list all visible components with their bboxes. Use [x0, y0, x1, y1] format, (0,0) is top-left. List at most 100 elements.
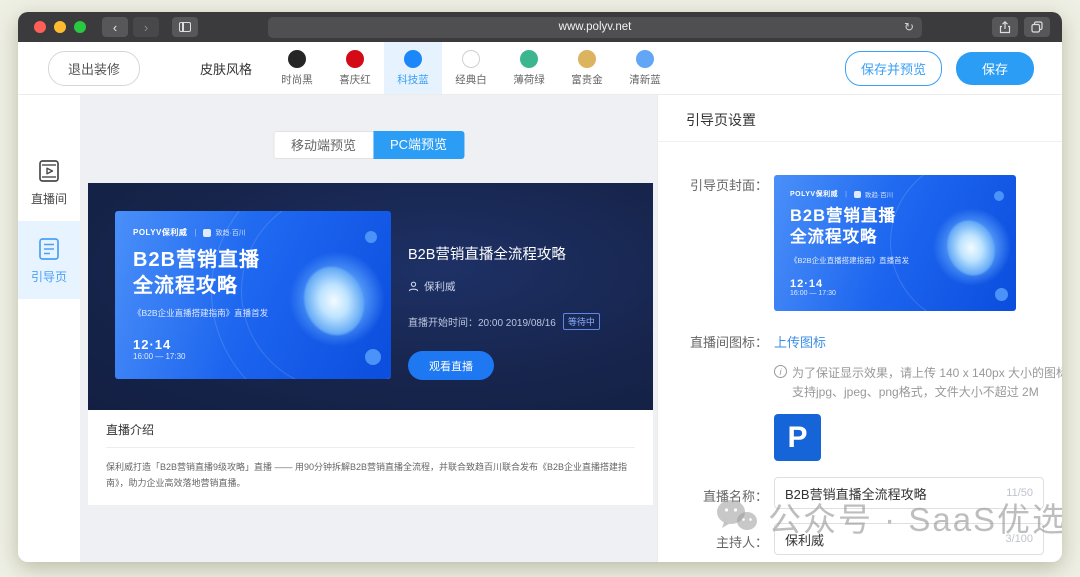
- polyv-logo: POLYV保利威: [790, 189, 838, 199]
- theme-label: 清新蓝: [629, 72, 661, 87]
- theme-label: 薄荷绿: [513, 72, 545, 87]
- url-text: www.polyv.net: [559, 21, 632, 33]
- preview-mode-tabs: 移动端预览 PC端预览: [273, 131, 464, 159]
- live-name-value: B2B营销直播全流程攻略: [785, 484, 1000, 503]
- live-host-row: 保利威: [408, 279, 635, 294]
- partner-logo-mark: [854, 191, 861, 198]
- panel-title: 引导页设置: [658, 95, 1062, 142]
- live-name-label: 直播名称：: [678, 477, 768, 509]
- live-room-icon: [36, 158, 62, 184]
- banner-title: B2B营销直播 全流程攻略: [790, 206, 896, 249]
- banner-dot: [365, 231, 377, 243]
- tab-pc-preview[interactable]: PC端预览: [373, 131, 464, 159]
- browser-chrome: ‹ › www.polyv.net ↻: [18, 12, 1062, 42]
- theme-option-black[interactable]: 时尚黑: [268, 42, 326, 94]
- divider: |: [194, 228, 196, 237]
- cover-thumbnail[interactable]: POLYV保利威 | 致趋·百川 B2B营销直播 全流程攻略 《B2B企业直播搭…: [774, 175, 1016, 311]
- host-value: 保利威: [785, 530, 999, 549]
- share-icon: [999, 21, 1011, 34]
- theme-option-white[interactable]: 经典白: [442, 42, 500, 94]
- live-name-input[interactable]: B2B营销直播全流程攻略 11/50: [774, 477, 1044, 509]
- cover-label: 引导页封面：: [678, 175, 768, 311]
- preview-canvas: 移动端预览 PC端预览 POLYV保利威 |: [80, 95, 657, 562]
- theme-option-fresh-blue[interactable]: 清新蓝: [616, 42, 674, 94]
- host-input[interactable]: 保利威 3/100: [774, 523, 1044, 555]
- sidebar-item-landing-page[interactable]: 引导页: [18, 221, 80, 299]
- reload-icon[interactable]: ↻: [904, 20, 914, 34]
- theme-option-tech-blue[interactable]: 科技蓝: [384, 42, 442, 94]
- live-title: B2B营销直播全流程攻略: [408, 243, 635, 264]
- theme-label: 科技蓝: [397, 72, 429, 87]
- theme-list: 时尚黑 喜庆红 科技蓝 经典白 薄荷绿 富贵金: [268, 42, 674, 94]
- preview-hero-section: POLYV保利威 | 致趋·百川 B2B营销直播 全流程攻略 《B2B企业直播搭…: [88, 183, 653, 410]
- live-name-counter: 11/50: [1006, 487, 1033, 499]
- host-counter: 3/100: [1005, 533, 1033, 545]
- tabs-overview-button[interactable]: [1024, 17, 1050, 37]
- watch-live-button[interactable]: 观看直播: [408, 351, 494, 380]
- landing-page-icon: [36, 236, 62, 262]
- theme-option-gold[interactable]: 富贵金: [558, 42, 616, 94]
- banner-subtitle: 《B2B企业直播搭建指南》直播首发: [790, 255, 909, 266]
- sidebar-item-label: 直播间: [31, 190, 67, 207]
- skin-style-label: 皮肤风格: [200, 59, 252, 78]
- live-info-column: B2B营销直播全流程攻略 保利威 直播开始时间：20:00 2019/08/16…: [408, 243, 635, 380]
- live-start-time: 直播开始时间：20:00 2019/08/16: [408, 314, 556, 329]
- sidebar-toggle-button[interactable]: [172, 17, 198, 37]
- banner-brand-row: POLYV保利威 | 致趋·百川: [133, 227, 246, 238]
- upload-hint-text: 为了保证显示效果，请上传 140 x 140px 大小的图标，支持jpg、jpe…: [792, 364, 1062, 401]
- theme-option-red[interactable]: 喜庆红: [326, 42, 384, 94]
- share-button[interactable]: [992, 17, 1018, 37]
- banner-dot: [994, 191, 1004, 201]
- back-button[interactable]: ‹: [102, 17, 128, 37]
- live-intro-heading: 直播介绍: [106, 421, 635, 438]
- live-host-name: 保利威: [424, 279, 456, 294]
- theme-label: 经典白: [455, 72, 487, 87]
- tab-mobile-preview[interactable]: 移动端预览: [273, 131, 373, 159]
- upload-hint: i 为了保证显示效果，请上传 140 x 140px 大小的图标，支持jpg、j…: [774, 364, 1062, 401]
- theme-label: 喜庆红: [339, 72, 371, 87]
- save-button[interactable]: 保存: [956, 52, 1034, 85]
- banner-datetime: 12·14 16:00 — 17:30: [790, 278, 836, 297]
- traffic-lights: [34, 21, 86, 33]
- partner-logo: 致趋·百川: [865, 189, 893, 199]
- theme-swatch: [462, 50, 480, 68]
- room-icon-label: 直播间图标：: [678, 332, 768, 461]
- forward-button[interactable]: ›: [133, 17, 159, 37]
- landing-page-settings-panel: 引导页设置 引导页封面： POLYV保利威 | 致趋·百川: [657, 95, 1062, 562]
- banner-dot: [995, 288, 1008, 301]
- left-sidebar: 直播间 引导页: [18, 95, 80, 562]
- person-icon: [408, 281, 419, 292]
- banner-title: B2B营销直播 全流程攻略: [133, 247, 260, 299]
- maximize-window-button[interactable]: [74, 21, 86, 33]
- polyv-logo: POLYV保利威: [133, 227, 187, 238]
- theme-swatch: [636, 50, 654, 68]
- upload-icon-link[interactable]: 上传图标: [774, 335, 826, 350]
- divider: |: [845, 191, 847, 198]
- banner-brand-row: POLYV保利威 | 致趋·百川: [790, 189, 893, 199]
- divider: [106, 447, 635, 448]
- browser-window: ‹ › www.polyv.net ↻ 退出装修 皮肤风格 时尚黑: [18, 12, 1062, 562]
- landing-page-preview: POLYV保利威 | 致趋·百川 B2B营销直播 全流程攻略 《B2B企业直播搭…: [88, 183, 653, 505]
- sidebar-item-live-room[interactable]: 直播间: [18, 143, 80, 221]
- exit-decoration-button[interactable]: 退出装修: [48, 51, 140, 86]
- theme-option-mint-green[interactable]: 薄荷绿: [500, 42, 558, 94]
- live-intro-section: 直播介绍 保利威打造「B2B营销直播9级攻略」直播 —— 用90分钟拆解B2B营…: [88, 410, 653, 505]
- sidebar-item-label: 引导页: [31, 268, 67, 285]
- theme-swatch: [288, 50, 306, 68]
- sidebar-icon: [179, 22, 191, 32]
- partner-logo-mark: [203, 229, 211, 237]
- host-label: 主持人：: [678, 523, 768, 555]
- partner-logo: 致趋·百川: [215, 228, 245, 238]
- save-and-preview-button[interactable]: 保存并预览: [845, 51, 942, 86]
- room-icon-thumbnail[interactable]: P: [774, 414, 821, 461]
- status-badge: 等待中: [563, 313, 600, 330]
- theme-swatch: [346, 50, 364, 68]
- close-window-button[interactable]: [34, 21, 46, 33]
- decoration-toolbar: 退出装修 皮肤风格 时尚黑 喜庆红 科技蓝 经典白 薄荷绿: [18, 42, 1062, 95]
- theme-swatch: [578, 50, 596, 68]
- minimize-window-button[interactable]: [54, 21, 66, 33]
- copy-icon: [1031, 21, 1043, 33]
- live-cover-image: POLYV保利威 | 致趋·百川 B2B营销直播 全流程攻略 《B2B企业直播搭…: [115, 211, 391, 379]
- address-bar[interactable]: www.polyv.net ↻: [268, 17, 922, 38]
- theme-swatch: [404, 50, 422, 68]
